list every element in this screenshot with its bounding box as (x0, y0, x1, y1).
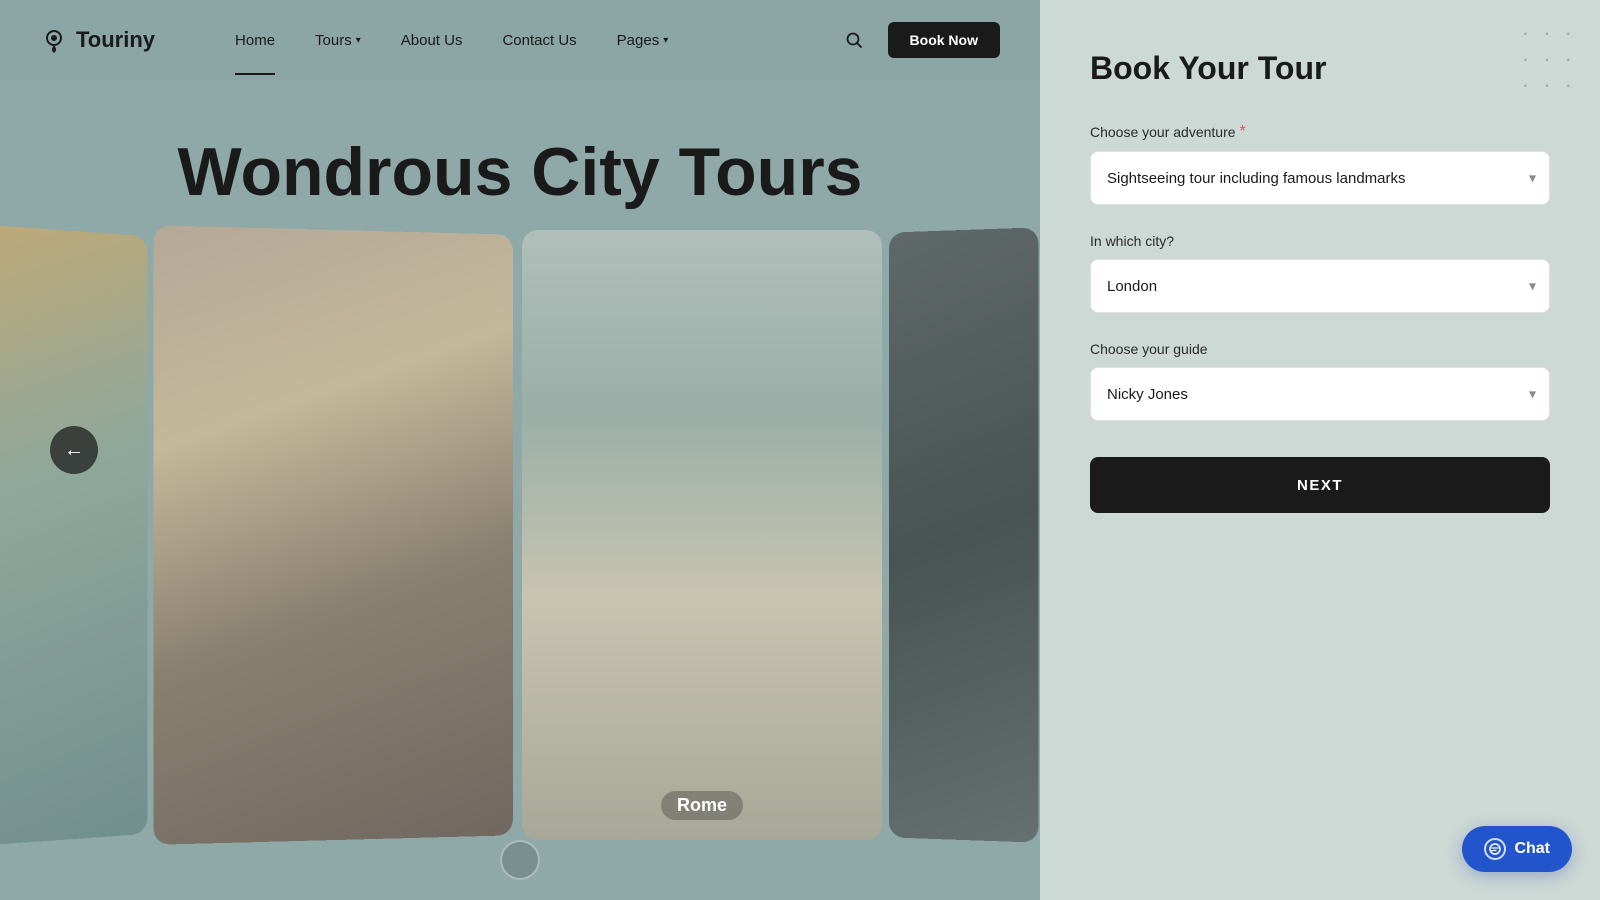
gallery-image-2 (154, 225, 513, 845)
search-icon (845, 31, 863, 49)
guide-label: Choose your guide (1090, 341, 1550, 357)
adventure-form-group: Choose your adventure * Sightseeing tour… (1090, 123, 1550, 205)
nav-pages[interactable]: Pages ▾ (597, 24, 689, 57)
next-button[interactable]: NEXT (1090, 457, 1550, 513)
gallery-image-4 (889, 227, 1039, 842)
nav-tours[interactable]: Tours ▾ (295, 24, 381, 57)
carousel-indicator[interactable] (500, 840, 540, 880)
arrow-left-icon: ← (64, 439, 84, 462)
adventure-select-wrapper: Sightseeing tour including famous landma… (1090, 151, 1550, 205)
guide-form-group: Choose your guide Nicky Jones James Wils… (1090, 341, 1550, 421)
image-gallery: Rome (0, 230, 1040, 840)
main-nav: Home Tours ▾ About Us Contact Us Pages ▾ (215, 24, 688, 57)
nav-home[interactable]: Home (215, 24, 295, 57)
guide-select[interactable]: Nicky Jones James Wilson Sarah Brown Tom… (1090, 367, 1550, 421)
chat-icon (1484, 838, 1506, 860)
back-arrow-button[interactable]: ← (50, 426, 98, 474)
city-label: In which city? (1090, 233, 1550, 249)
chevron-down-icon: ▾ (356, 35, 361, 46)
logo-icon (40, 26, 68, 54)
gallery-image-1 (0, 223, 147, 846)
required-star: * (1240, 123, 1246, 141)
city-form-group: In which city? London Rome Paris Barcelo… (1090, 233, 1550, 313)
logo[interactable]: Touriny (40, 26, 155, 54)
search-button[interactable] (836, 22, 872, 58)
dots-decoration: · · ·· · ·· · · (1522, 20, 1576, 98)
carousel-dot (500, 840, 540, 880)
adventure-label: Choose your adventure * (1090, 123, 1550, 141)
chevron-down-icon-pages: ▾ (663, 35, 668, 46)
nav-about[interactable]: About Us (381, 24, 483, 57)
chat-label: Chat (1514, 840, 1550, 858)
main-content: Touriny Home Tours ▾ About Us Contact Us… (0, 0, 1040, 900)
book-now-button[interactable]: Book Now (888, 22, 1000, 58)
hero-title: Wondrous City Tours (0, 135, 1040, 210)
city-select[interactable]: London Rome Paris Barcelona Amsterdam (1090, 259, 1550, 313)
logo-text: Touriny (76, 27, 155, 53)
header-right: Book Now (836, 22, 1000, 58)
gallery-image-3: Rome (522, 230, 882, 840)
adventure-select[interactable]: Sightseeing tour including famous landma… (1090, 151, 1550, 205)
header: Touriny Home Tours ▾ About Us Contact Us… (0, 0, 1040, 80)
booking-panel: · · ·· · ·· · · Book Your Tour Choose yo… (1040, 0, 1600, 900)
city-select-wrapper: London Rome Paris Barcelona Amsterdam ▾ (1090, 259, 1550, 313)
city-label: Rome (661, 791, 743, 820)
guide-select-wrapper: Nicky Jones James Wilson Sarah Brown Tom… (1090, 367, 1550, 421)
chat-button[interactable]: Chat (1462, 826, 1572, 872)
nav-contact[interactable]: Contact Us (482, 24, 596, 57)
panel-title: Book Your Tour (1090, 50, 1550, 87)
